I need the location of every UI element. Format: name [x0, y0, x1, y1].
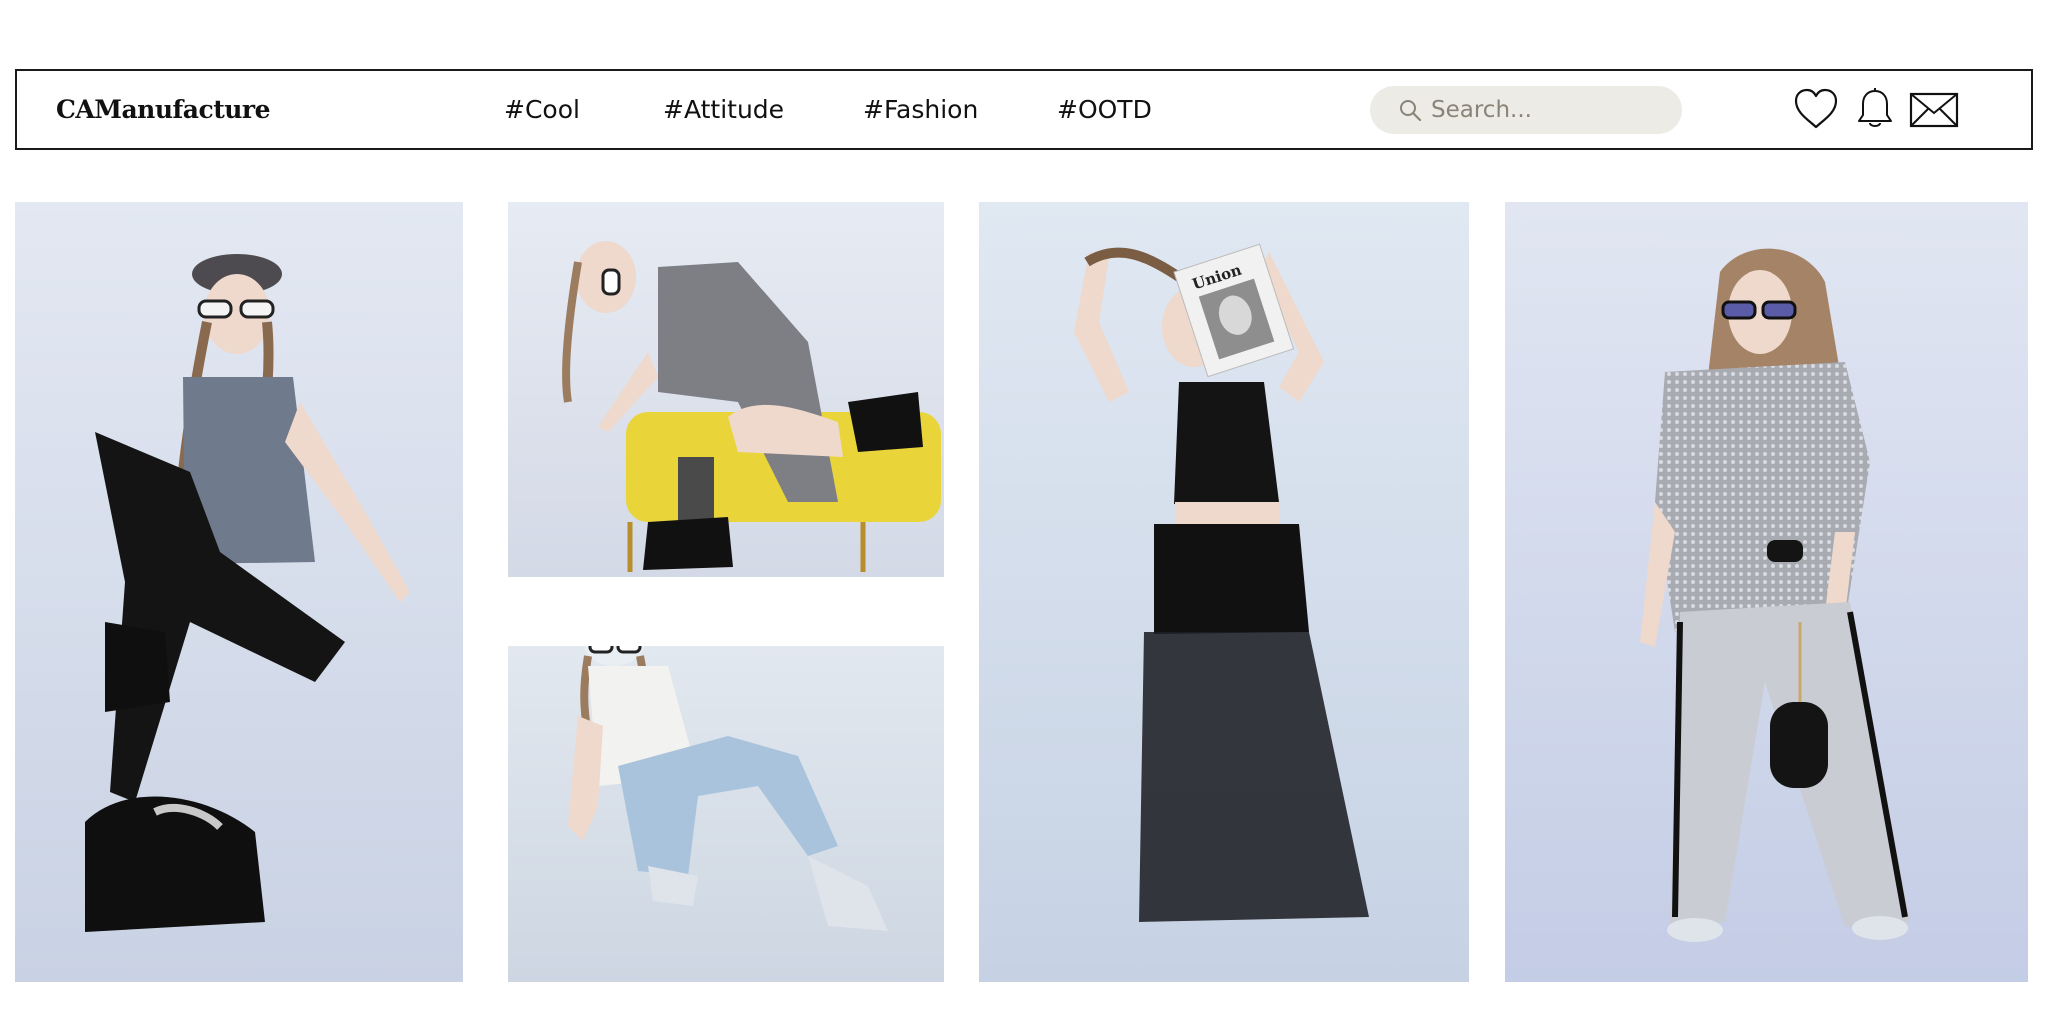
search-input[interactable] — [1431, 86, 1661, 134]
nav-item-cool[interactable]: #Cool — [504, 71, 580, 148]
gallery-photo-magazine-model[interactable]: Union — [979, 202, 1469, 982]
bell-icon[interactable] — [1855, 88, 1895, 130]
search-icon — [1400, 100, 1422, 122]
search-bar[interactable] — [1370, 86, 1682, 134]
gallery-photo-crouching-model[interactable] — [508, 646, 944, 982]
nav-item-fashion[interactable]: #Fashion — [863, 71, 978, 148]
envelope-icon[interactable] — [1909, 88, 1959, 130]
heart-icon[interactable] — [1793, 88, 1839, 130]
nav-item-ootd[interactable]: #OOTD — [1057, 71, 1152, 148]
gallery-photo-yellow-bench[interactable] — [508, 202, 944, 577]
gallery-photo-silver-pants-model[interactable] — [1505, 202, 2028, 982]
gallery-photo-seated-model[interactable] — [15, 202, 463, 982]
brand-logo[interactable]: CAManufacture — [56, 71, 271, 148]
top-nav-bar: CAManufacture #Cool #Attitude #Fashion #… — [15, 69, 2033, 150]
nav-item-attitude[interactable]: #Attitude — [663, 71, 784, 148]
